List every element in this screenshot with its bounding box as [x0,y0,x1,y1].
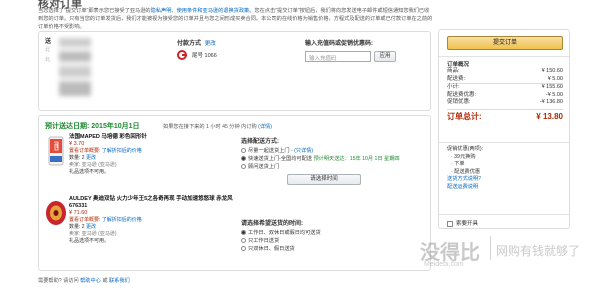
shipping-fee-link[interactable]: 配送运费说明 [447,184,563,192]
order-info-box: 送 北 北 付款方式 更改 尾号 1066 输入充值码或促销优惠码: 输入充值码… [38,31,431,111]
select-time-button[interactable]: 请选择时间 [287,174,361,185]
shipping-option-fast[interactable]: 快速送货上门-全国均可配送 预计明天送达：15年 10月 1日 星期四 [241,155,429,163]
order-summary-box: 提交订单 订单概况 商品: ¥ 150.60 配送费: ¥ 5.00 小计: ¥ 15… [438,29,570,229]
item-name[interactable]: AULDEY 奥迪双钻 火力少年王5之各奇再现 手动加速悠悠球 赤龙风 6763… [69,196,234,210]
address-blurred [59,38,91,96]
time-option-any[interactable]: 工作日、双休日或假日均可送货 [241,229,429,237]
divider [439,142,569,143]
product-image-paperclips [47,136,65,166]
shipping-option-scheduled[interactable]: 顾问送货上门 [241,163,429,171]
time-pref-title: 请选择希望送货的时间: [241,221,303,227]
radio-icon[interactable] [241,246,246,252]
summary-row: 配送费: ¥ 5.00 [447,75,563,82]
card-logo-icon [177,50,189,60]
shipping-info-link[interactable]: 送货方式说明? [447,176,563,184]
payment-change-link[interactable]: 更改 [205,41,216,47]
qty-change-link[interactable]: 更改 [86,155,96,161]
summary-row: 促销优惠: -¥ 136.80 [447,99,563,105]
product-image-yoyo [45,200,67,226]
coupon-section: 输入充值码或促销优惠码: 输入充值码 应用 [305,38,430,62]
shipping-options: 选择配送方式: 尽量一起送货上门 - (只详情) 快速送货上门-全国均可配送 预… [241,136,429,185]
delivery-estimate: 预计送达日期: 2015年10月1日 [45,123,140,130]
discount-link[interactable]: 了解折扣后的价格 [102,217,142,223]
coupon-label: 输入充值码或促销优惠码: [305,41,373,47]
watermark-site: Meidebi.com [424,261,464,268]
item-price: ¥ 71.60 [69,210,88,216]
summary-row: 配送费优惠: -¥ 5.00 [447,91,563,98]
divider [439,214,569,215]
privacy-link[interactable]: 隐私声明 [151,8,172,14]
intro-text: 当您选择了"提交订单"即表示您已接受了亚马逊的隐私声明、使用条件和亚马逊的退换货… [38,8,433,30]
time-option-weekdays[interactable]: 只工作日送货 [241,237,429,245]
payment-label: 付款方式 [177,41,202,47]
help-center-link[interactable]: 帮助中心 [80,278,101,284]
watermark-slogan: 网购有钱就够了 [496,244,581,258]
promo-section: 促销优惠(两项): · 39元换购 · 下单 · 配送费优惠 送货方式说明? 配… [447,146,563,191]
address-label: 送 [45,39,52,45]
order-total: 订单总计: ¥ 13.80 [447,108,563,122]
invoice-option[interactable]: 索要开具 [447,219,478,227]
payment-section: 付款方式 更改 尾号 1066 [177,38,297,60]
delivery-countdown: 如果您在接下来的 1 小时 45 分钟 内订购 (详情) [163,124,272,130]
watermark: 没得比 Meidebi.com 网购有钱就够了 [420,232,610,282]
contact-us-link[interactable]: 联系我们 [109,278,130,284]
footer-help: 需要帮助? 请访问 帮助中心 或 联系我们 [38,278,130,284]
summary-row: 商品: ¥ 150.60 [447,68,563,74]
shipping-title: 选择配送方式: [241,139,279,145]
coupon-input[interactable]: 输入充值码 [305,51,371,62]
list-item: AULDEY 奥迪双钻 火力少年王5之各奇再现 手动加速悠悠球 赤龙风 6763… [45,196,235,270]
radio-icon[interactable] [241,148,246,154]
checkbox-icon[interactable] [447,220,453,227]
list-item: 法国MAPED 马培德 彩色回形针 ¥ 3.70 置看订单概要: 了解折扣后的价… [45,134,235,196]
time-option-weekends[interactable]: 只双休日、假日送货 [241,245,429,253]
delivery-details-link[interactable]: (详情) [258,124,272,130]
radio-selected-icon[interactable] [241,156,246,161]
watermark-divider [490,236,491,260]
radio-icon[interactable] [241,164,246,170]
summary-row: 小计: ¥ 155.60 [447,83,563,90]
time-preference: 请选择希望送货的时间: 工作日、双休日或假日均可送货 只工作日送货 只双休日、假… [241,218,429,253]
submit-order-button[interactable]: 提交订单 [447,36,563,50]
address-section: 送 北 北 [45,36,165,106]
card-tail-number: 尾号 1066 [192,53,217,59]
radio-icon[interactable] [241,238,246,244]
delivery-box: 预计送达日期: 2015年10月1日 如果您在接下来的 1 小时 45 分钟 内… [38,115,431,271]
item-price: ¥ 3.70 [69,141,85,147]
discount-link[interactable]: 了解折扣后的价格 [102,148,142,154]
qty-change-link[interactable]: 更改 [86,224,96,230]
summary-heading: 订单概况 [447,62,470,68]
divider [439,56,569,57]
terms-link[interactable]: 使用条件和亚马逊的退换货政策 [177,8,250,14]
item-name[interactable]: 法国MAPED 马培德 彩色回形针 [69,134,229,141]
radio-selected-icon[interactable] [241,230,246,236]
shipping-option-together[interactable]: 尽量一起送货上门 - (只详情) [241,147,429,155]
coupon-apply-button[interactable]: 应用 [374,51,396,62]
